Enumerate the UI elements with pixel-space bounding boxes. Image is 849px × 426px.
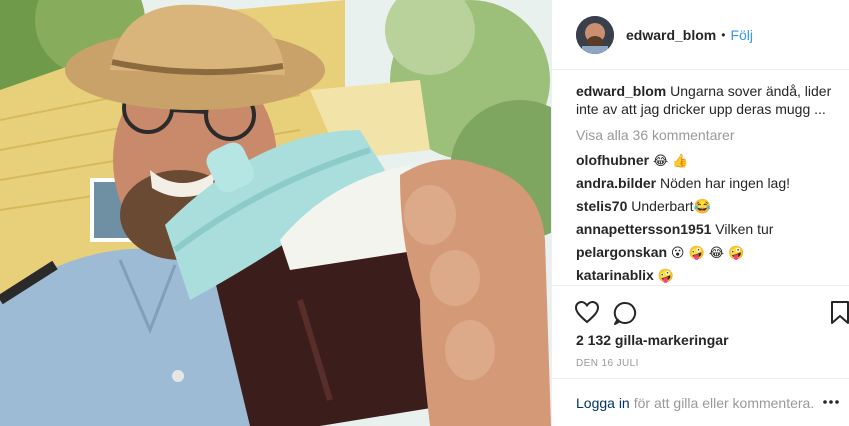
comment-text: 😮 🤪 😂 🤪: [670, 246, 745, 261]
comment-username[interactable]: annapettersson1951: [576, 221, 711, 237]
likes-count[interactable]: 2 132 gilla-markeringar: [576, 332, 729, 348]
comment-username[interactable]: pelargonskan: [576, 244, 667, 260]
comment-username[interactable]: andra.bilder: [576, 175, 656, 191]
comment-text: 😂 👍: [653, 154, 689, 169]
post-date: DEN 16 JULI: [576, 358, 639, 369]
comment-text: Vilken tur: [715, 221, 774, 237]
comment-username[interactable]: olofhubner: [576, 152, 649, 168]
header-username[interactable]: edward_blom: [626, 27, 716, 43]
heart-icon[interactable]: [574, 300, 600, 329]
comment-username[interactable]: stelis70: [576, 198, 627, 214]
bookmark-icon[interactable]: [830, 300, 849, 331]
post-side-panel: edward_blom • Följ edward_blom Ungarna s…: [551, 0, 849, 426]
post-header: edward_blom • Följ: [552, 0, 849, 70]
comment-row: andra.bilder Nöden har ingen lag!: [576, 174, 838, 197]
comment-row: annapettersson1951 Vilken tur: [576, 220, 838, 243]
caption-username[interactable]: edward_blom: [576, 83, 666, 99]
login-prompt-text: för att gilla eller kommentera.: [633, 394, 815, 411]
comment-text: Underbart😂: [631, 198, 711, 214]
avatar[interactable]: [576, 15, 614, 54]
login-link[interactable]: Logga in: [576, 395, 630, 411]
post-actions: 2 132 gilla-markeringar DEN 16 JULI: [552, 285, 849, 375]
comment-row: pelargonskan 😮 🤪 😂 🤪: [576, 243, 838, 266]
comment-username[interactable]: katarinablix: [576, 267, 654, 283]
header-separator: •: [721, 27, 726, 42]
more-dots-icon[interactable]: [822, 393, 840, 414]
comment-text: 🤪: [657, 269, 674, 284]
comment-row: stelis70 Underbart😂: [576, 197, 838, 220]
follow-button[interactable]: Följ: [730, 27, 753, 43]
post-photo[interactable]: [0, 0, 551, 426]
comments-list: edward_blom Ungarna sover ändå, lider in…: [576, 82, 838, 289]
view-all-comments-link[interactable]: Visa alla 36 kommentarer: [576, 126, 838, 144]
caption: edward_blom Ungarna sover ändå, lider in…: [576, 82, 838, 118]
login-footer: Logga in för att gilla eller kommentera.: [552, 378, 849, 426]
comment-row: olofhubner 😂 👍: [576, 151, 838, 174]
comment-text: Nöden har ingen lag!: [660, 175, 791, 191]
speech-bubble-icon[interactable]: [612, 300, 638, 331]
